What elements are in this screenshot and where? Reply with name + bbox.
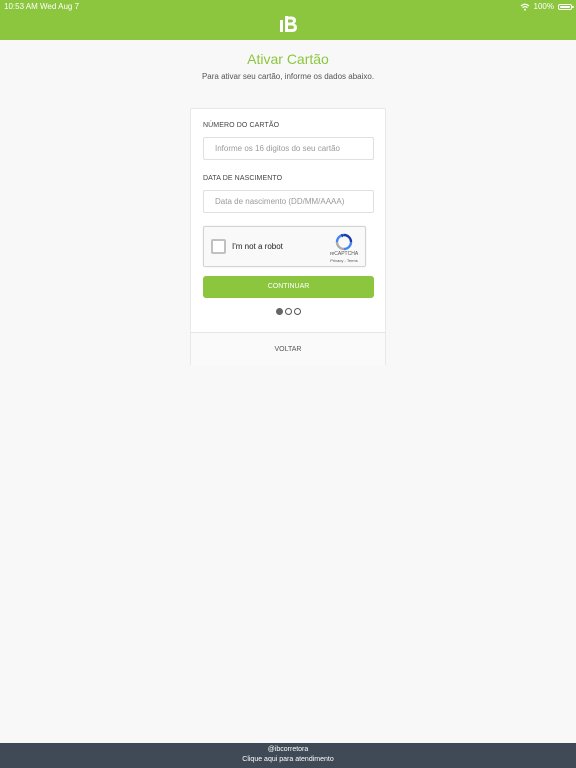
back-button[interactable]: VOLTAR <box>191 333 385 366</box>
captcha-label: I'm not a robot <box>232 242 283 251</box>
recaptcha-terms-link[interactable]: Privacy - Terms <box>322 258 366 263</box>
wifi-icon <box>520 3 529 11</box>
battery-icon <box>558 3 574 10</box>
continue-button[interactable]: CONTINUAR <box>203 276 374 298</box>
captcha-checkbox[interactable] <box>211 239 226 254</box>
birth-date-input[interactable] <box>203 190 374 213</box>
header-bar: 10:53 AM Wed Aug 7 100% <box>0 0 576 40</box>
card-number-label: NÚMERO DO CARTÃO <box>203 122 280 129</box>
step-dot <box>285 308 292 315</box>
status-indicators: 100% <box>520 2 574 11</box>
step-indicator <box>276 308 301 316</box>
birth-date-label: DATA DE NASCIMENTO <box>203 175 283 182</box>
footer-bar: @ibcorretora Clique aqui para atendiment… <box>0 743 576 768</box>
recaptcha-widget: I'm not a robot reCAPTCHA Privacy - Term… <box>203 226 366 267</box>
activation-card: NÚMERO DO CARTÃO DATA DE NASCIMENTO I'm … <box>190 108 386 366</box>
page-subtitle: Para ativar seu cartão, informe os dados… <box>201 72 375 81</box>
support-link[interactable]: Clique aqui para atendimento <box>0 756 576 763</box>
ib-logo-icon <box>280 16 297 32</box>
footer-handle: @ibcorretora <box>267 746 309 753</box>
step-dot <box>276 308 283 315</box>
step-dot <box>294 308 301 315</box>
status-time: 10:53 AM Wed Aug 7 <box>4 2 80 11</box>
recaptcha-brand: reCAPTCHA <box>329 251 359 257</box>
battery-percent: 100% <box>533 2 554 11</box>
recaptcha-icon <box>335 233 353 251</box>
card-number-input[interactable] <box>203 137 374 160</box>
page-title: Ativar Cartão <box>247 51 329 67</box>
